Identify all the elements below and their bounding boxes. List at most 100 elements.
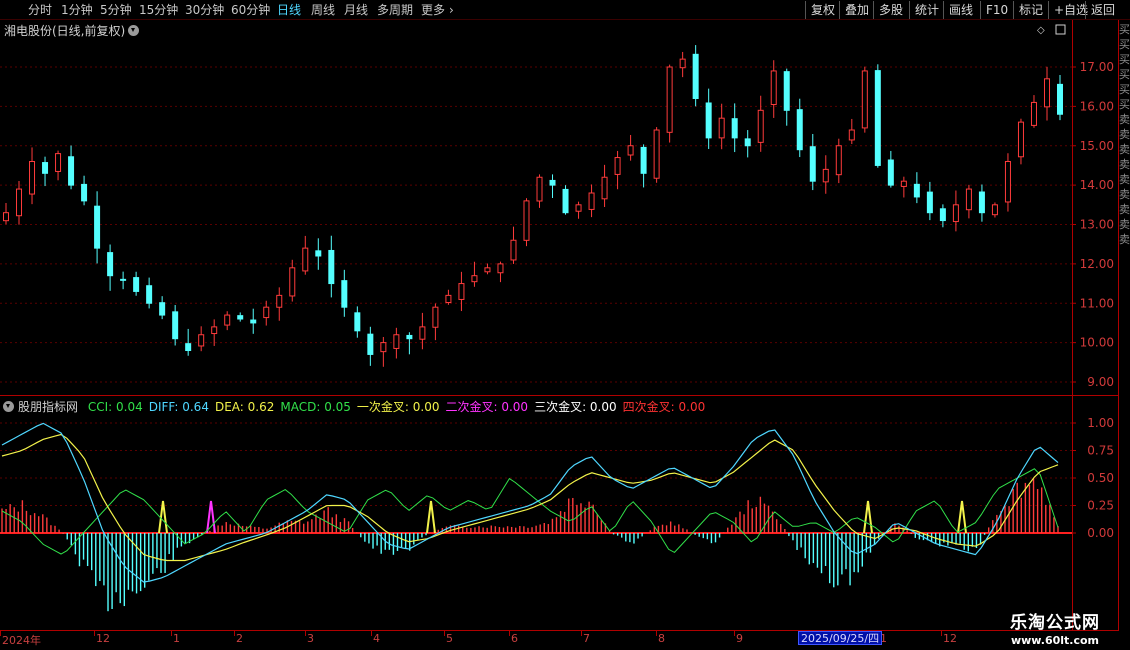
chart-canvas[interactable]: 17.0016.0015.0014.0013.0012.0011.0010.00…: [0, 0, 1130, 650]
candle-down: [328, 249, 335, 285]
indicator-value-4: 一次金叉: 0.00: [356, 400, 440, 414]
candle-up: [965, 188, 972, 211]
candle-up: [445, 294, 452, 304]
golden-cross-marker: [426, 500, 436, 534]
candle-up: [1030, 101, 1037, 126]
candle-down: [978, 191, 985, 214]
price-tick-label: 14.00: [1080, 178, 1114, 192]
candle-up: [536, 176, 543, 202]
candle-up: [211, 326, 218, 335]
candle-down: [133, 277, 140, 292]
candle-up: [770, 70, 777, 106]
candle-up: [1043, 78, 1050, 108]
price-tick-label: 16.00: [1080, 99, 1114, 113]
candle-down: [809, 146, 816, 182]
indicator-value-1: DIFF: 0.64: [148, 400, 209, 414]
candle-up: [16, 188, 23, 217]
candle-up: [224, 314, 231, 326]
date-label: 5: [446, 632, 453, 645]
candle-down: [107, 252, 114, 277]
candle-up: [1017, 121, 1024, 158]
candle-down: [94, 205, 101, 249]
date-tick: [444, 630, 445, 636]
date-tick: [581, 630, 582, 636]
candle-up: [614, 157, 621, 175]
candle-up: [588, 192, 595, 210]
candle-up: [666, 66, 673, 133]
candle-up: [952, 204, 959, 223]
candle-down: [796, 109, 803, 151]
candle-down: [68, 156, 75, 186]
candle-down: [887, 159, 894, 186]
indicator-value-7: 四次金叉: 0.00: [622, 400, 706, 414]
candle-down: [367, 333, 374, 355]
indicator-header[interactable]: 股朋指标网 CCI: 0.04 DIFF: 0.64 DEA: 0.62 MACD: …: [3, 398, 717, 415]
candle-up: [289, 267, 296, 297]
date-tick: [509, 630, 510, 636]
date-label: 1: [173, 632, 180, 645]
candle-up: [861, 70, 868, 129]
candle-up: [302, 247, 309, 272]
candle-down: [315, 250, 322, 257]
date-label: 2024年: [2, 634, 41, 647]
selected-date-label: 2025/09/25/四: [798, 631, 883, 645]
candle-up: [848, 129, 855, 141]
date-tick: [371, 630, 372, 636]
chevron-down-icon[interactable]: [3, 401, 14, 412]
candle-up: [523, 200, 530, 241]
candle-up: [276, 294, 283, 308]
date-label: 12: [96, 632, 110, 645]
date-label: 2: [236, 632, 243, 645]
candle-down: [874, 70, 881, 166]
candle-down: [692, 53, 699, 99]
candle-up: [679, 58, 686, 69]
candle-up: [835, 145, 842, 176]
candle-down: [81, 183, 88, 202]
candle-up: [1004, 161, 1011, 203]
candle-up: [991, 204, 998, 216]
candle-up: [900, 180, 907, 187]
candle-down: [406, 334, 413, 340]
golden-cross-marker: [206, 500, 216, 534]
candle-down: [146, 285, 153, 304]
candle-up: [757, 109, 764, 143]
right-panel: 买买买买买买卖卖卖卖卖卖卖卖卖: [1119, 23, 1130, 246]
indicator-tick-label: 0.25: [1087, 499, 1114, 513]
indicator-value-3: MACD: 0.05: [280, 400, 351, 414]
candle-down: [562, 188, 569, 214]
watermark: 乐淘公式网 www.60lt.com: [985, 608, 1125, 647]
window-icon[interactable]: [1055, 24, 1066, 35]
price-tick-label: 12.00: [1080, 257, 1114, 271]
candle-down: [783, 71, 790, 111]
candle-up: [575, 204, 582, 212]
indicator-tick-label: 0.75: [1087, 444, 1114, 458]
candle-up: [393, 334, 400, 349]
date-label: 8: [658, 632, 665, 645]
candle-up: [627, 145, 634, 156]
candle-down: [237, 315, 244, 320]
candle-up: [432, 306, 439, 328]
date-tick: [0, 630, 1, 636]
date-tick: [171, 630, 172, 636]
diamond-icon[interactable]: ◇: [1037, 25, 1045, 36]
candle-down: [354, 312, 361, 332]
indicator-name: 股朋指标网: [18, 400, 79, 414]
date-label: 12: [943, 632, 957, 645]
candle-up: [419, 326, 426, 340]
candle-down: [120, 278, 127, 281]
candle-down: [172, 311, 179, 340]
date-tick: [305, 630, 306, 636]
candle-up: [55, 153, 62, 172]
candle-up: [484, 267, 491, 273]
indicator-value-6: 三次金叉: 0.00: [534, 400, 617, 414]
indicator-value-5: 二次金叉: 0.00: [445, 400, 529, 414]
candle-up: [497, 263, 504, 274]
price-tick-label: 13.00: [1080, 218, 1114, 232]
candle-down: [640, 146, 647, 174]
candle-down: [939, 208, 946, 222]
candle-down: [926, 191, 933, 214]
price-tick-label: 11.00: [1080, 296, 1114, 310]
candle-up: [458, 283, 465, 300]
candle-up: [653, 129, 660, 179]
indicator-tick-label: 0.50: [1087, 471, 1114, 485]
